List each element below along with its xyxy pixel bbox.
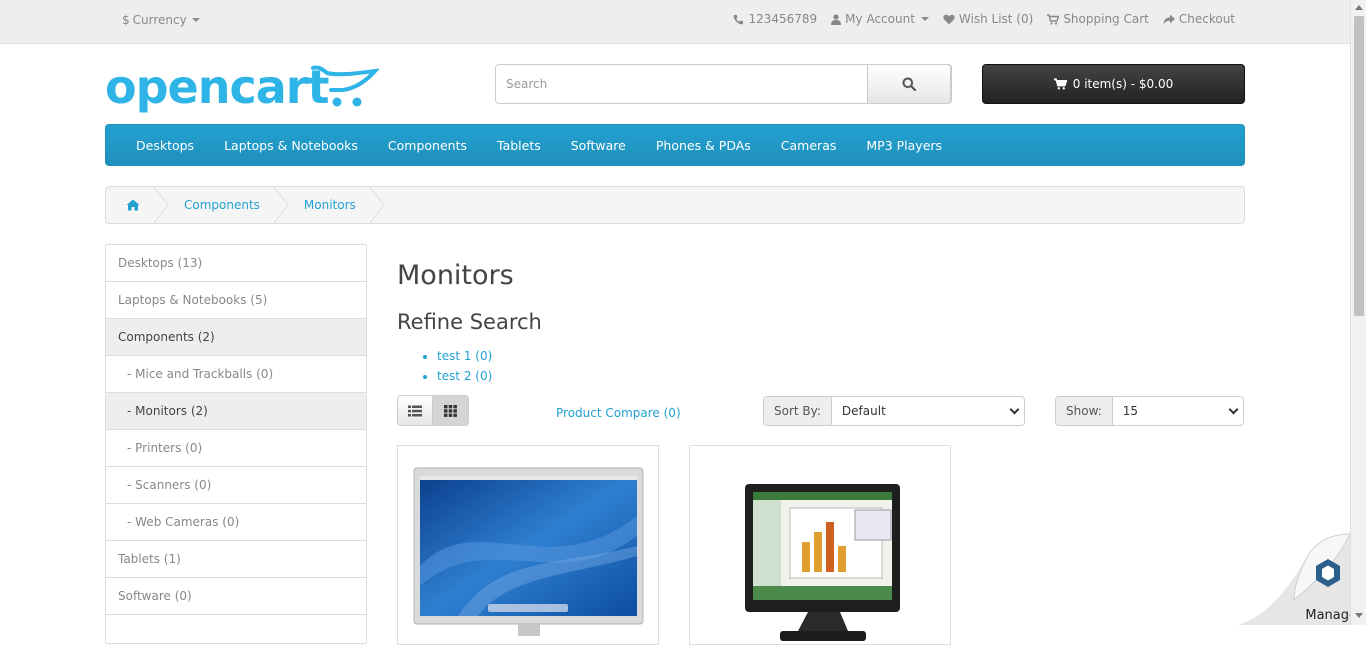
menu-item-phones[interactable]: Phones & PDAs xyxy=(641,138,766,153)
currency-label: Currency xyxy=(132,13,187,27)
my-account-label: My Account xyxy=(845,12,915,26)
cart-icon xyxy=(1053,78,1067,90)
sort-by-group: Sort By: Default xyxy=(763,396,1025,426)
grid-view-button[interactable] xyxy=(433,395,469,426)
breadcrumb-separator xyxy=(369,187,385,223)
show-label: Show: xyxy=(1056,397,1113,425)
sidebar-item-components[interactable]: Components (2) xyxy=(106,319,366,356)
breadcrumb-home[interactable] xyxy=(106,187,154,223)
sidebar-item-printers[interactable]: - Printers (0) xyxy=(106,430,366,467)
menu-item-tablets[interactable]: Tablets xyxy=(482,138,556,153)
refine-link[interactable]: test 2 (0) xyxy=(437,366,492,386)
user-icon xyxy=(831,13,842,25)
home-icon xyxy=(126,199,140,211)
scroll-thumb[interactable] xyxy=(1354,16,1364,316)
chevron-down-icon xyxy=(1228,404,1239,414)
chevron-down-icon xyxy=(1009,404,1020,414)
list-view-button[interactable] xyxy=(397,395,433,426)
cart-button[interactable]: 0 item(s) - $0.00 xyxy=(982,64,1245,104)
share-icon xyxy=(1163,14,1175,24)
scroll-up-icon[interactable] xyxy=(1355,5,1363,10)
wish-list-label: Wish List (0) xyxy=(958,12,1034,26)
breadcrumb: Components Monitors xyxy=(105,186,1245,224)
product-card[interactable] xyxy=(689,445,951,645)
refine-link[interactable]: test 1 (0) xyxy=(437,346,492,366)
sidebar-item-laptops[interactable]: Laptops & Notebooks (5) xyxy=(106,282,366,319)
main-menu: Desktops Laptops & Notebooks Components … xyxy=(105,124,1245,166)
list-icon xyxy=(408,405,422,416)
sidebar-item-desktops[interactable]: Desktops (13) xyxy=(106,245,366,282)
sort-by-select[interactable]: Default xyxy=(832,397,1024,425)
scroll-down-icon[interactable] xyxy=(1355,613,1363,618)
search-input[interactable] xyxy=(496,65,868,103)
sidebar-item-tablets[interactable]: Tablets (1) xyxy=(106,541,366,578)
shopping-cart-label: Shopping Cart xyxy=(1063,12,1149,26)
logo-text: opencart xyxy=(105,60,329,114)
search-button[interactable] xyxy=(867,64,951,104)
menu-item-software[interactable]: Software xyxy=(556,138,641,153)
top-links: 123456789 My Account Wish List (0) Shopp… xyxy=(733,12,1235,26)
chevron-down-icon xyxy=(191,18,200,22)
sidebar-item-web-cameras[interactable]: - Web Cameras (0) xyxy=(106,504,366,541)
currency-dropdown[interactable]: $ Currency xyxy=(122,13,200,27)
category-sidebar: Desktops (13) Laptops & Notebooks (5) Co… xyxy=(105,244,367,644)
shopping-cart-link[interactable]: Shopping Cart xyxy=(1047,12,1149,26)
cart-total: 0 item(s) - $0.00 xyxy=(1072,77,1174,91)
product-compare-link[interactable]: Product Compare (0) xyxy=(556,406,681,420)
my-account-dropdown[interactable]: My Account xyxy=(831,12,929,26)
phone-icon xyxy=(734,14,744,24)
checkout-label: Checkout xyxy=(1178,12,1235,26)
logo[interactable]: opencart xyxy=(105,60,379,116)
top-bar: $ Currency 123456789 My Account Wish Lis… xyxy=(0,0,1350,44)
currency-symbol: $ xyxy=(122,13,130,27)
show-value: 15 xyxy=(1122,404,1139,418)
checkout-link[interactable]: Checkout xyxy=(1163,12,1235,26)
phone-link[interactable]: 123456789 xyxy=(733,12,817,26)
sidebar-item-software[interactable]: Software (0) xyxy=(106,578,366,615)
product-image[interactable] xyxy=(398,446,659,645)
breadcrumb-separator xyxy=(154,187,169,223)
cart-icon xyxy=(1047,13,1060,25)
breadcrumb-components[interactable]: Components xyxy=(170,187,274,223)
product-card[interactable] xyxy=(397,445,659,645)
search-icon xyxy=(902,77,916,91)
menu-item-mp3-players[interactable]: MP3 Players xyxy=(851,138,957,153)
page-title: Monitors xyxy=(397,260,514,291)
grid-icon xyxy=(444,404,457,417)
sidebar-item-scanners[interactable]: - Scanners (0) xyxy=(106,467,366,504)
sort-by-value: Default xyxy=(841,404,886,418)
menu-item-laptops[interactable]: Laptops & Notebooks xyxy=(209,138,373,153)
phone-number: 123456789 xyxy=(748,12,818,26)
sidebar-item-mice[interactable]: - Mice and Trackballs (0) xyxy=(106,356,366,393)
sort-by-label: Sort By: xyxy=(764,397,832,425)
heart-icon xyxy=(943,14,955,24)
view-toggle xyxy=(397,395,469,426)
breadcrumb-separator xyxy=(273,187,289,223)
sidebar-item-monitors[interactable]: - Monitors (2) xyxy=(106,393,366,430)
breadcrumb-monitors[interactable]: Monitors xyxy=(290,187,370,223)
refine-search-list: test 1 (0) test 2 (0) xyxy=(397,346,492,386)
search-box xyxy=(495,64,952,104)
show-limit-select[interactable]: 15 xyxy=(1113,397,1243,425)
menu-item-cameras[interactable]: Cameras xyxy=(766,138,852,153)
show-limit-group: Show: 15 xyxy=(1055,396,1244,426)
wish-list-link[interactable]: Wish List (0) xyxy=(943,12,1033,26)
chevron-down-icon xyxy=(920,17,929,21)
refine-search-heading: Refine Search xyxy=(397,310,542,334)
logo-cart-icon xyxy=(311,65,379,107)
menu-item-components[interactable]: Components xyxy=(373,138,482,153)
menu-item-desktops[interactable]: Desktops xyxy=(121,138,209,153)
product-image[interactable] xyxy=(690,446,951,645)
vertical-scrollbar[interactable] xyxy=(1350,0,1366,625)
